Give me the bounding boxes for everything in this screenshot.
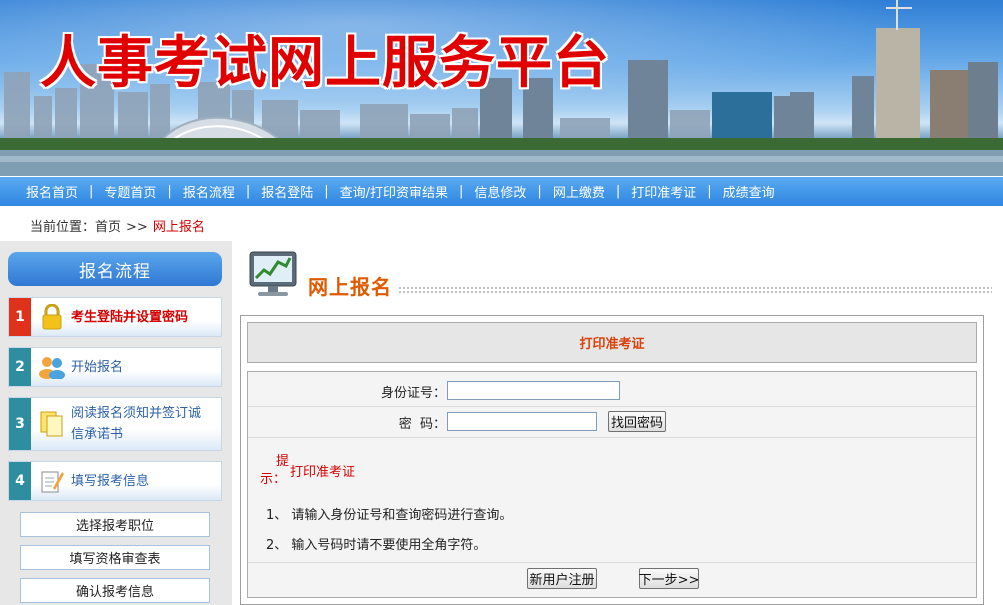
- step-number: 3: [9, 398, 31, 450]
- nav-item-signup-process[interactable]: 报名流程: [183, 182, 235, 201]
- step-label: 开始报名: [71, 359, 124, 375]
- step-label-line: 信承诺书: [71, 427, 124, 442]
- nav-item-edit-info[interactable]: 信息修改: [474, 182, 526, 201]
- nav-separator: |: [707, 184, 712, 199]
- nav-separator: |: [324, 184, 329, 199]
- nav-item-signup-login[interactable]: 报名登陆: [261, 182, 313, 201]
- nav-item-score-query[interactable]: 成绩查询: [723, 182, 775, 201]
- row-divider: [248, 406, 976, 407]
- new-user-register-button[interactable]: 新用户注册: [527, 568, 597, 589]
- forgot-password-button[interactable]: 找回密码: [608, 411, 666, 432]
- nav-item-print-admission[interactable]: 打印准考证: [631, 182, 696, 201]
- tip-heading: 打印准考证: [290, 465, 356, 480]
- sidebar-step-read-notice[interactable]: 3 阅读报名须知并签订诚 信承诺书: [8, 397, 222, 451]
- step-number: 2: [9, 348, 31, 386]
- panel-body: 身份证号： 密 码： 找回密码 提 示： 打印准考证 1、 请输入身份证号和查询…: [247, 371, 977, 598]
- nav-separator: |: [167, 184, 172, 199]
- password-label: 密 码：: [398, 417, 446, 432]
- panel-title: 打印准考证: [247, 322, 977, 363]
- site-title: 人事考试网上服务平台: [40, 30, 610, 96]
- computer-chart-icon: [249, 251, 297, 296]
- step-label: 考生登陆并设置密码: [71, 309, 189, 325]
- note-line-2: 2、 输入号码时请不要使用全角字符。: [266, 538, 487, 553]
- step-label: 阅读报名须知并签订诚 信承诺书: [71, 403, 201, 445]
- sidebar-step-fill-info[interactable]: 4 填写报考信息: [8, 461, 222, 501]
- tip-label: 提 示：: [260, 453, 290, 489]
- nav-item-topic-home[interactable]: 专题首页: [104, 182, 156, 201]
- step-label-line: 阅读报名须知并签订诚: [71, 406, 202, 421]
- users-icon: [37, 352, 67, 382]
- breadcrumb-current: 网上报名: [152, 220, 205, 235]
- nav-separator: |: [459, 184, 464, 199]
- title-dotted-rule: [398, 286, 992, 294]
- print-admission-panel: 打印准考证 身份证号： 密 码： 找回密码 提 示： 打印准考证 1、 请输入身…: [240, 315, 984, 605]
- sidebar-step-login[interactable]: 1 考生登陆并设置密码: [8, 297, 222, 337]
- password-input[interactable]: [447, 412, 597, 431]
- step-number: 1: [9, 298, 31, 336]
- substep-select-position[interactable]: 选择报考职位: [20, 512, 210, 537]
- header-banner: 人事考试网上服务平台: [0, 0, 1003, 176]
- id-number-input[interactable]: [447, 381, 620, 400]
- nav-separator: |: [537, 184, 542, 199]
- sidebar-title: 报名流程: [8, 252, 222, 286]
- main-nav: 报名首页 | 专题首页 | 报名流程 | 报名登陆 | 查询/打印资审结果 | …: [0, 177, 1003, 206]
- nav-separator: |: [245, 184, 251, 199]
- nav-item-review-results[interactable]: 查询/打印资审结果: [340, 182, 448, 201]
- nav-item-online-payment[interactable]: 网上缴费: [553, 182, 605, 201]
- sidebar-step-start[interactable]: 2 开始报名: [8, 347, 222, 387]
- notepad-icon: [37, 466, 67, 496]
- tip-label-bottom: 示：: [260, 472, 287, 487]
- row-divider: [248, 437, 976, 438]
- step-number: 4: [9, 462, 31, 500]
- lock-icon: [37, 302, 67, 332]
- documents-icon: [37, 409, 67, 439]
- substep-fill-review-form[interactable]: 填写资格审查表: [20, 545, 210, 570]
- breadcrumb: 当前位置：首页 >> 网上报名: [30, 216, 205, 235]
- breadcrumb-prefix: 当前位置：: [30, 220, 96, 235]
- next-step-button[interactable]: 下一步>>: [639, 568, 699, 589]
- nav-separator: |: [615, 184, 621, 199]
- step-label: 填写报考信息: [71, 473, 150, 489]
- note-line-1: 1、 请输入身份证号和查询密码进行查询。: [266, 508, 513, 523]
- substep-confirm-info[interactable]: 确认报考信息: [20, 578, 210, 603]
- nav-item-signup-home[interactable]: 报名首页: [26, 182, 78, 201]
- nav-separator: |: [89, 184, 94, 199]
- section-title: 网上报名: [308, 275, 392, 299]
- tip-label-top: 提: [276, 454, 290, 469]
- row-divider: [248, 562, 976, 563]
- breadcrumb-home-link[interactable]: 首页: [95, 220, 121, 235]
- id-number-label: 身份证号：: [380, 386, 446, 401]
- section-header: 网上报名: [246, 248, 992, 300]
- breadcrumb-separator: >>: [126, 220, 148, 235]
